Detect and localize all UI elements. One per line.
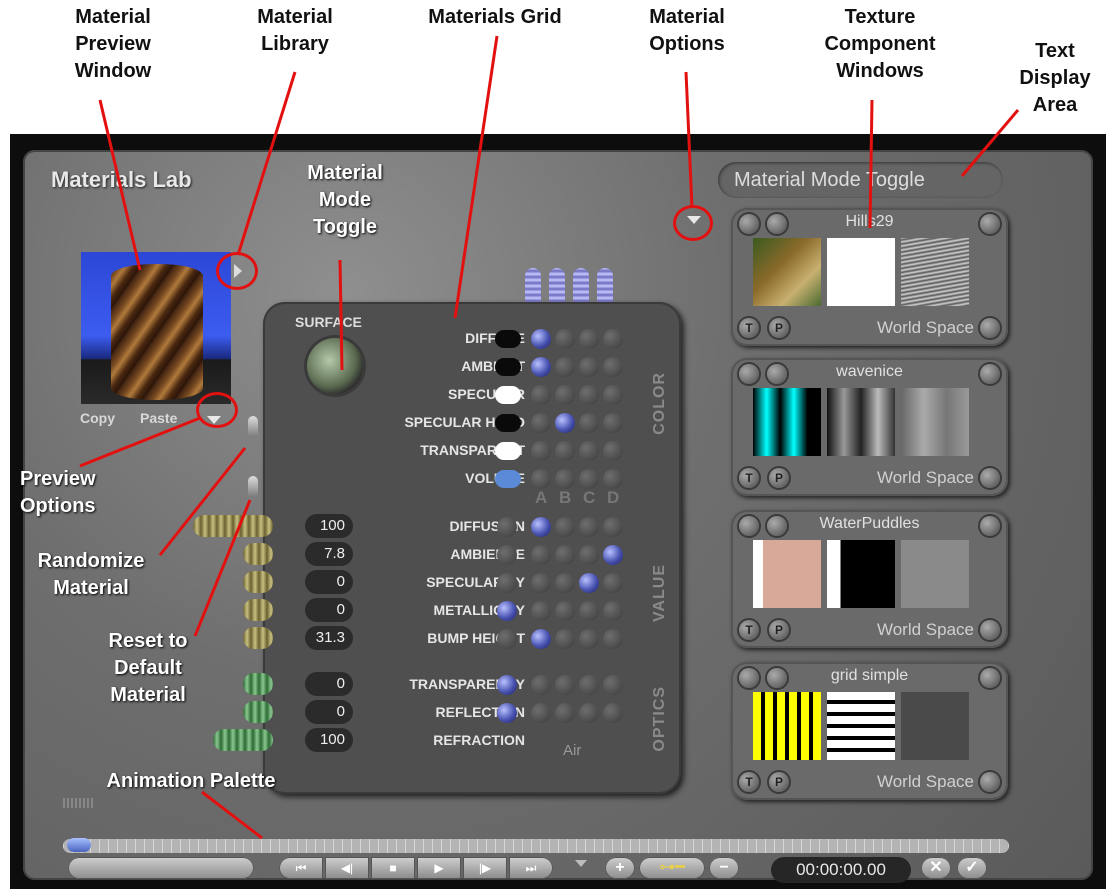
callout-pointer-lines [79, 35, 1020, 840]
